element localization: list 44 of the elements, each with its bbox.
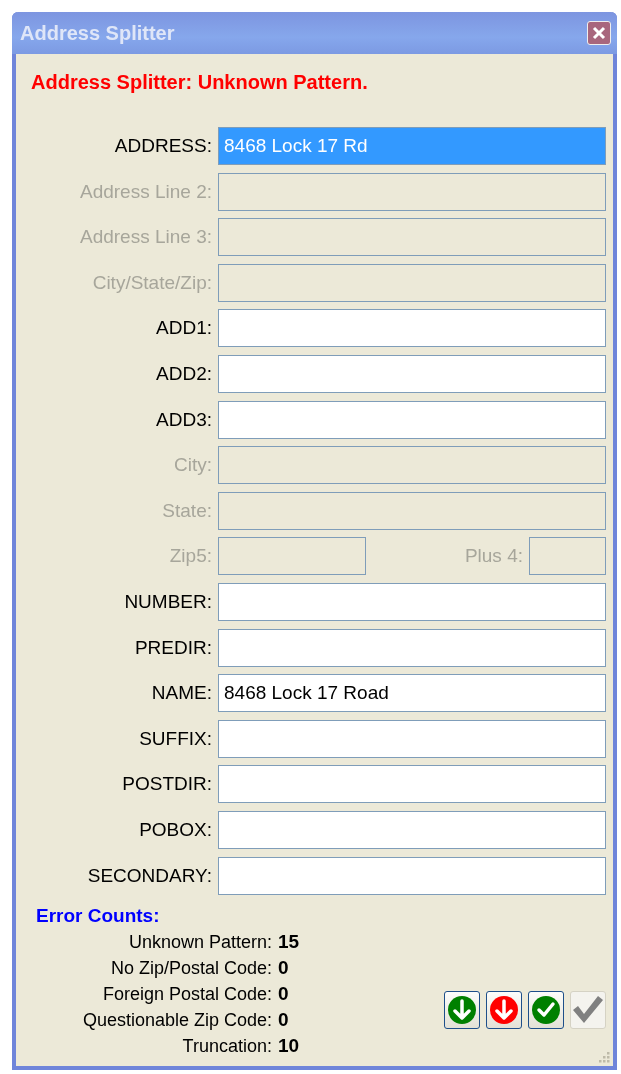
text-field[interactable] [218, 719, 606, 758]
count-label: Foreign Postal Code: [101, 982, 272, 1006]
text-field[interactable] [218, 810, 606, 849]
section-heading: Error Counts: [36, 904, 161, 927]
status-message: Address Splitter: Unknown Pattern. [31, 71, 369, 95]
text-field[interactable] [218, 400, 606, 439]
text-field[interactable] [218, 856, 606, 895]
text-field[interactable] [218, 309, 606, 348]
text-field[interactable] [218, 628, 606, 667]
text-field[interactable] [218, 582, 606, 621]
field-label: Address Line 2: [78, 180, 212, 203]
close-button[interactable] [587, 21, 611, 45]
close-icon [591, 25, 607, 41]
field-label: Zip5: [168, 545, 212, 568]
field-label: POBOX: [138, 818, 212, 841]
count-value: 0 [278, 955, 290, 980]
field-label: SUFFIX: [138, 727, 212, 750]
field-label: PREDIR: [133, 636, 212, 659]
count-value: 15 [278, 929, 300, 954]
count-label: Truncation: [181, 1034, 272, 1058]
field-label: Plus 4: [463, 545, 523, 568]
field-label: NUMBER: [123, 590, 212, 613]
text-field[interactable] [218, 765, 606, 804]
window-title: Address Splitter [20, 21, 175, 45]
field-label: ADD3: [155, 408, 212, 431]
text-field[interactable] [218, 354, 606, 393]
text-field[interactable]: 8468 Lock 17 Road [218, 674, 606, 713]
field-label: ADD1: [155, 317, 212, 340]
count-label: Unknown Pattern: [127, 930, 272, 954]
count-value: 0 [278, 981, 290, 1006]
count-value: 10 [278, 1033, 300, 1058]
field-label: City/State/Zip: [91, 271, 212, 294]
count-label: No Zip/Postal Code: [109, 956, 272, 980]
resize-grip-icon [597, 1050, 611, 1064]
field-label: Address Line 3: [78, 226, 212, 249]
field-label: State: [161, 499, 212, 522]
field-label: ADD2: [155, 362, 212, 385]
field-label: SECONDARY: [86, 864, 212, 887]
field-label: POSTDIR: [121, 773, 212, 796]
field-label: ADDRESS: [113, 135, 212, 157]
field-label: City: [173, 454, 212, 477]
count-label: Questionable Zip Code: [81, 1008, 272, 1032]
count-value: 0 [278, 1007, 290, 1032]
field-label: NAME: [150, 682, 212, 705]
